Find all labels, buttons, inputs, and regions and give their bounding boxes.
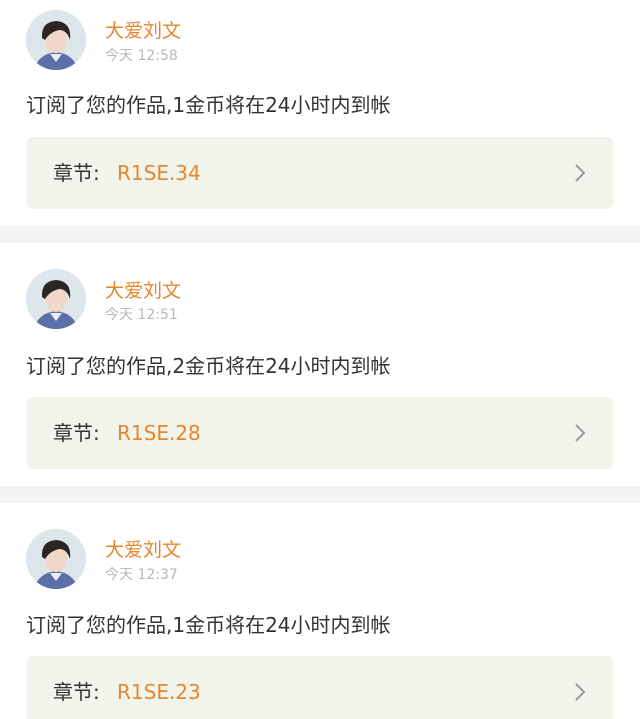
notification-card: 大爱刘文 今天 12:51 订阅了您的作品,2金币将在24小时内到帐 章节: R… — [0, 243, 640, 486]
chapter-value: R1SE.23 — [117, 680, 201, 704]
notification-message: 订阅了您的作品,1金币将在24小时内到帐 — [26, 613, 391, 637]
chapter-value: R1SE.28 — [117, 421, 201, 445]
chapter-label: 章节: — [53, 421, 100, 445]
avatar-photo-icon — [26, 529, 86, 589]
avatar-photo-icon — [26, 269, 86, 329]
timestamp: 今天 12:37 — [105, 567, 178, 583]
chapter-link[interactable]: 章节: R1SE.28 — [27, 397, 613, 469]
chapter-label: 章节: — [53, 161, 100, 185]
username[interactable]: 大爱刘文 — [105, 539, 181, 561]
chapter-link[interactable]: 章节: R1SE.34 — [27, 137, 613, 209]
notification-card: 大爱刘文 今天 12:37 订阅了您的作品,1金币将在24小时内到帐 章节: R… — [0, 503, 640, 719]
username[interactable]: 大爱刘文 — [105, 280, 181, 302]
chevron-right-icon — [575, 683, 586, 701]
timestamp: 今天 12:58 — [105, 48, 178, 64]
notification-message: 订阅了您的作品,2金币将在24小时内到帐 — [26, 354, 391, 378]
chevron-right-icon — [575, 424, 586, 442]
avatar[interactable] — [26, 10, 86, 70]
chapter-label: 章节: — [53, 680, 100, 704]
avatar-photo-icon — [26, 10, 86, 70]
notification-card: 大爱刘文 今天 12:58 订阅了您的作品,1金币将在24小时内到帐 章节: R… — [0, 0, 640, 226]
username[interactable]: 大爱刘文 — [105, 20, 181, 42]
avatar[interactable] — [26, 269, 86, 329]
avatar[interactable] — [26, 529, 86, 589]
timestamp: 今天 12:51 — [105, 307, 178, 323]
notification-message: 订阅了您的作品,1金币将在24小时内到帐 — [26, 93, 391, 117]
chapter-link[interactable]: 章节: R1SE.23 — [27, 656, 613, 719]
chapter-value: R1SE.34 — [117, 161, 201, 185]
chevron-right-icon — [575, 164, 586, 182]
